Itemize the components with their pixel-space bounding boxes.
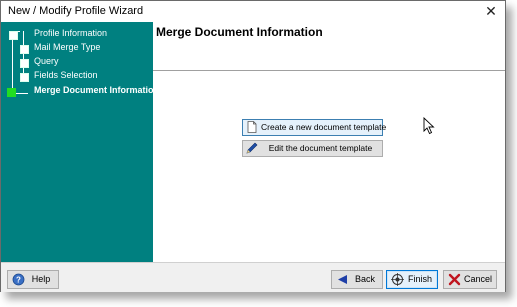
close-icon[interactable]: ✕ [483,3,499,19]
svg-text:?: ? [16,276,21,285]
button-label: Create a new document template [261,122,387,132]
button-label: Cancel [463,274,492,284]
step-marker [9,31,18,40]
edit-pen-icon [246,142,258,154]
wizard-content: Merge Document Information Create a new … [153,22,505,262]
step-label: Profile Information [34,28,108,38]
window-title: New / Modify Profile Wizard [8,5,144,17]
step-label: Fields Selection [34,70,98,80]
header-divider [153,70,505,71]
step-profile-information: Profile Information [1,28,153,42]
step-label: Merge Document Information [34,85,160,95]
wizard-footer: ? Help Back Finish Cancel [1,262,505,292]
step-marker [20,73,29,82]
page-title: Merge Document Information [156,25,323,39]
button-label: Help [31,274,51,284]
wizard-steps-sidebar: Profile Information Mail Merge Type Quer… [1,22,159,262]
button-label: Edit the document template [268,143,373,153]
help-button[interactable]: ? Help [7,270,59,289]
step-label: Mail Merge Type [34,42,101,52]
mouse-pointer-icon [423,117,435,135]
create-new-template-button[interactable]: Create a new document template [242,119,387,136]
button-label: Finish [407,274,432,284]
back-button[interactable]: Back [331,270,383,289]
cancel-x-icon [448,273,461,286]
step-label: Query [34,56,59,66]
button-label: Back [354,274,375,284]
step-fields-selection: Fields Selection [1,70,153,84]
finish-target-icon [391,273,404,286]
step-mail-merge-type: Mail Merge Type [1,42,153,56]
back-arrow-icon [338,275,347,284]
document-icon [247,121,257,133]
title-bar: New / Modify Profile Wizard ✕ [1,1,505,22]
step-merge-document-information: Merge Document Information [1,85,159,99]
help-icon: ? [12,273,25,286]
step-marker [20,59,29,68]
edit-template-button[interactable]: Edit the document template [242,140,383,157]
step-marker [20,45,29,54]
wizard-window: New / Modify Profile Wizard ✕ Profile In… [0,0,506,292]
finish-button[interactable]: Finish [386,270,438,289]
step-query: Query [1,56,153,70]
step-marker-active [7,88,16,97]
cancel-button[interactable]: Cancel [443,270,497,289]
